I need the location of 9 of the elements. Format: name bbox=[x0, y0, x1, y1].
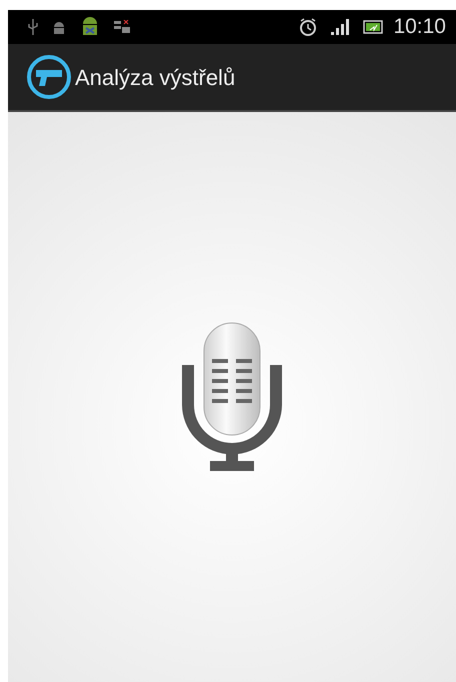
battery-icon bbox=[363, 20, 384, 34]
pistol-icon[interactable] bbox=[26, 54, 72, 100]
app-title: Analýza výstřelů bbox=[75, 64, 236, 92]
clock-time: 10:10 bbox=[393, 14, 446, 40]
usb-icon bbox=[28, 19, 38, 35]
network-icon bbox=[114, 20, 130, 34]
alarm-clock-icon bbox=[299, 18, 318, 36]
signal-icon bbox=[331, 19, 350, 35]
android-icon bbox=[52, 20, 66, 34]
